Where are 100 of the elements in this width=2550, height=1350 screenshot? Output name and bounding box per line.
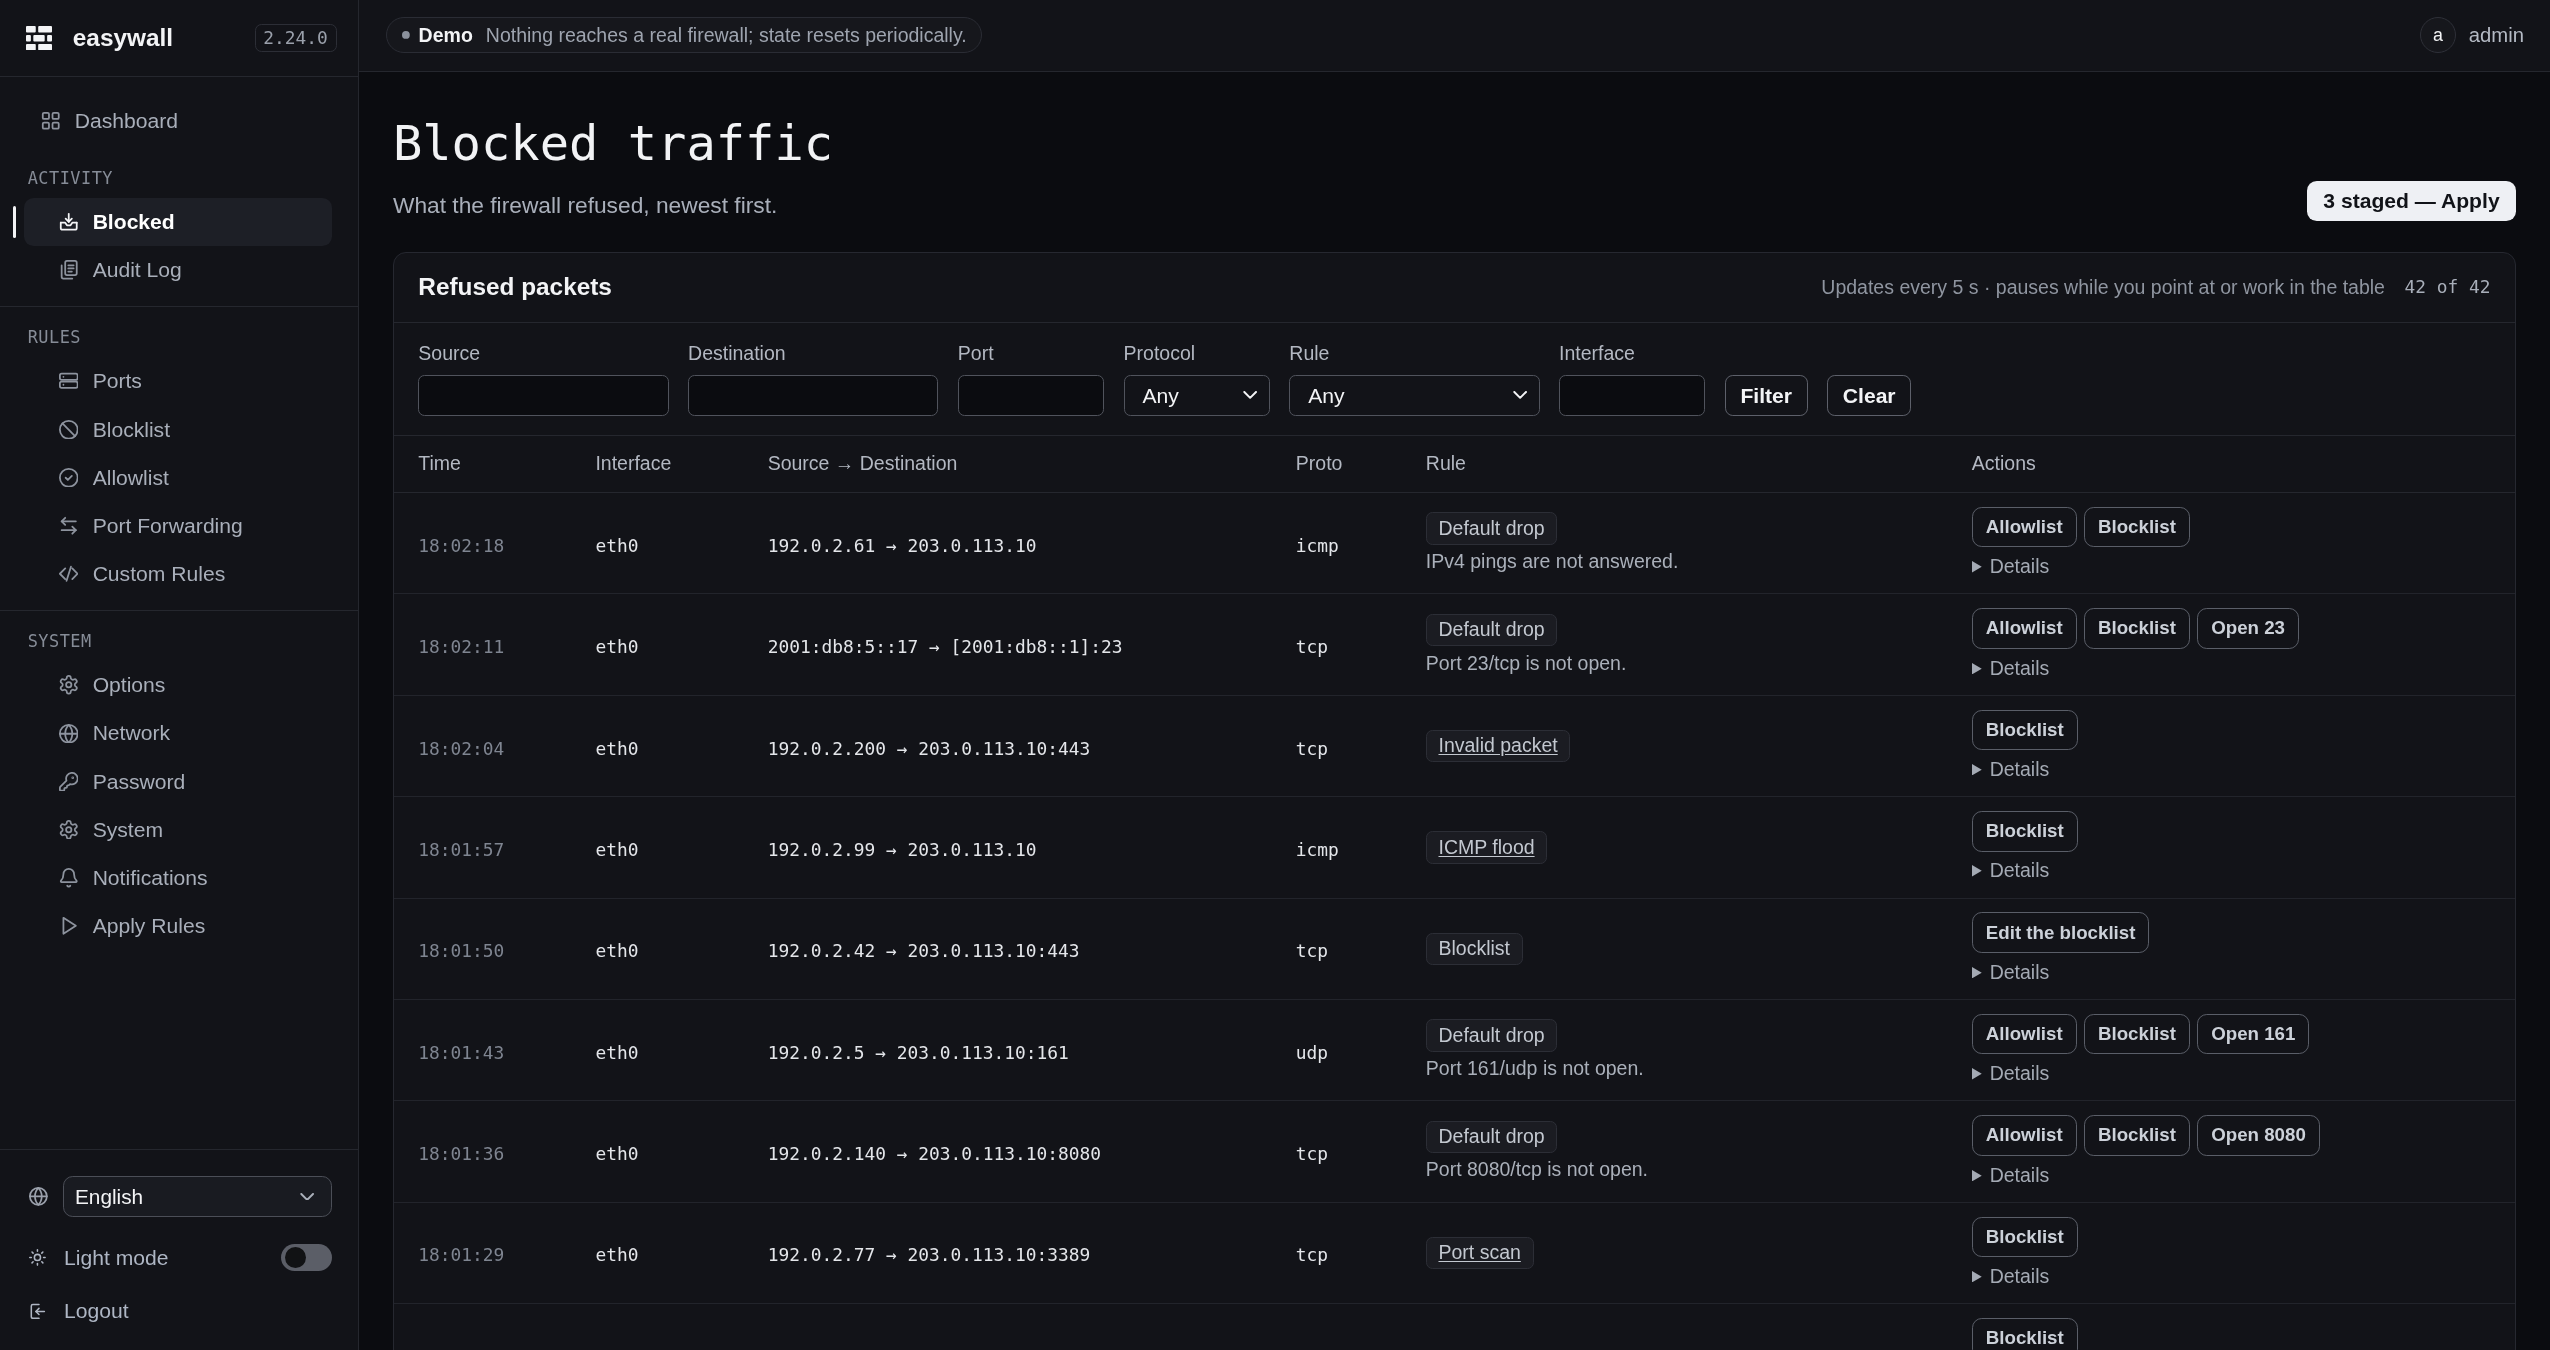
language-select[interactable]: English [62,1176,332,1217]
nav-item[interactable]: Network [24,709,332,758]
arrows-left-right-icon [58,516,78,536]
protocol-text: tcp [1295,1244,1329,1266]
sun-icon [29,1248,47,1266]
details-toggle[interactable]: Details [1971,655,2050,682]
action-button[interactable]: Blocklist [1971,1317,2078,1350]
time-text: 18:01:43 [418,1041,505,1063]
action-button[interactable]: Blocklist [1971,811,2078,852]
nav-item[interactable]: Blocked [24,197,332,247]
rule-link[interactable]: ICMP flood [1425,831,1548,864]
action-button[interactable]: Allowlist [1971,506,2077,548]
filter-label: Port [957,341,995,367]
disclosure-triangle-icon [1971,662,1982,674]
filter-input[interactable] [418,375,669,416]
details-toggle[interactable]: Details [1971,1162,2050,1189]
time-text: 18:02:11 [418,636,505,658]
action-button[interactable]: Allowlist [1971,608,2077,649]
time-text: 18:01:36 [418,1143,505,1165]
row-count: 42 of 42 [2404,275,2491,300]
toggle-switch[interactable] [281,1243,332,1272]
server-icon [58,371,78,391]
clear-button[interactable]: Clear [1827,375,1912,416]
details-toggle[interactable]: Details [1971,959,2050,986]
interface-text: eth0 [595,940,639,962]
logout-link[interactable]: Logout [29,1294,129,1328]
disclosure-triangle-icon [1971,561,1982,573]
nav-item[interactable]: Options [24,660,332,710]
nav-item[interactable]: Port Forwarding [24,501,332,550]
action-button[interactable]: Blocklist [1971,1216,2078,1258]
filter-dropdown[interactable]: Any [1123,375,1270,416]
details-toggle[interactable]: Details [1971,858,2050,885]
disclosure-triangle-icon [1971,1068,1982,1080]
interface-text: eth0 [595,737,639,759]
nav-item[interactable]: System [24,805,332,854]
time-text: 18:02:04 [418,737,505,759]
protocol-text: tcp [1295,1143,1329,1165]
nav-item[interactable]: Blocklist [24,405,332,454]
action-button[interactable]: Blocklist [2083,506,2190,548]
user-avatar[interactable]: a [2420,17,2456,54]
action-button[interactable]: Blocklist [2083,1115,2190,1156]
action-button[interactable]: Blocklist [1971,709,2078,751]
details-toggle[interactable]: Details [1971,1060,2050,1087]
action-button[interactable]: Blocklist [2083,608,2190,649]
filter-button[interactable]: Filter [1724,375,1808,416]
code-icon [58,564,78,584]
action-button[interactable]: Allowlist [1971,1115,2077,1156]
column-header: Source → Destination [767,451,959,477]
action-button[interactable]: Blocklist [2083,1013,2190,1055]
protocol-text: udp [1295,1041,1329,1063]
details-toggle[interactable]: Details [1971,756,2050,783]
rule-link[interactable]: Port scan [1425,1236,1534,1270]
rule-note: Port 8080/tcp is not open. [1425,1157,1649,1183]
nav-item[interactable]: Password [24,757,332,806]
filter-input[interactable] [1559,375,1706,416]
status-dot-icon [401,31,410,40]
column-header: Actions [1971,451,2037,477]
action-button[interactable]: Open 23 [2197,608,2299,649]
action-button[interactable]: Open 161 [2197,1013,2310,1055]
rule-tag: Blocklist [1425,932,1523,966]
chevron-down-icon [300,1192,315,1201]
action-button[interactable]: Open 8080 [2197,1115,2320,1156]
nav-item[interactable]: Audit Log [24,246,332,295]
interface-text: eth0 [595,1041,639,1063]
filter-input[interactable] [688,375,939,416]
disclosure-triangle-icon [1971,1271,1982,1283]
active-indicator [13,206,17,238]
rule-note: Port 23/tcp is not open. [1425,650,1627,676]
chevron-down-icon [1512,391,1528,400]
filter-dropdown[interactable]: Any [1289,375,1540,416]
details-toggle[interactable]: Details [1971,1263,2050,1290]
brand-name: easywall [72,22,174,53]
details-toggle[interactable]: Details [1971,553,2050,580]
nav-item[interactable]: Allowlist [24,453,332,502]
gear-icon [58,675,78,695]
disclosure-triangle-icon [1971,966,1982,979]
filter-input[interactable] [957,375,1105,416]
disclosure-triangle-icon [1971,865,1982,877]
action-button[interactable]: Allowlist [1971,1013,2077,1055]
rule-tag: Default drop [1425,1120,1558,1154]
filter-label: Destination [688,341,787,367]
exit-door-icon [29,1302,47,1320]
apply-button[interactable]: 3 staged — Apply [2307,180,2516,222]
route-text: 192.0.2.5 → 203.0.113.10:161 [767,1041,1069,1063]
action-button[interactable]: Edit the blocklist [1971,912,2150,953]
nav-item[interactable]: Notifications [24,853,332,903]
route-text: 192.0.2.140 → 203.0.113.10:8080 [767,1143,1101,1165]
user-name: admin [2468,23,2524,49]
interface-text: eth0 [595,534,639,556]
nav-item[interactable]: Apply Rules [24,902,332,951]
nav-item[interactable]: Custom Rules [24,549,332,599]
nav-item[interactable]: Dashboard [24,96,332,145]
section-heading: SYSTEM [26,630,93,653]
light-mode-label: Light mode [64,1244,169,1271]
rule-link[interactable]: Invalid packet [1425,729,1571,763]
filter-label: Protocol [1123,341,1197,367]
nav-item[interactable]: Ports [24,357,332,406]
section-heading: ACTIVITY [26,167,115,190]
protocol-text: tcp [1295,940,1329,962]
route-text: 192.0.2.200 → 203.0.113.10:443 [767,737,1091,759]
